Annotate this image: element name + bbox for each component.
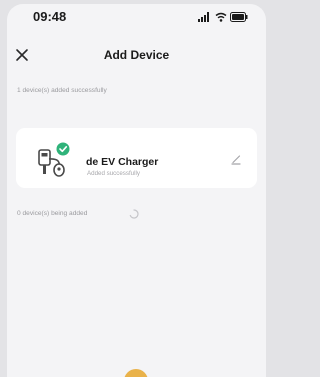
battery-icon <box>230 12 248 22</box>
app-screen: 09:48 Add Device 1 device(s) added succe… <box>7 4 266 377</box>
added-section-label: 1 device(s) added successfully <box>17 87 107 94</box>
status-icons <box>198 11 248 23</box>
home-indicator <box>124 369 148 377</box>
device-card[interactable]: de EV Charger Added successfully <box>16 128 257 188</box>
check-icon <box>56 142 70 156</box>
nav-bar: Add Device <box>7 42 266 68</box>
wifi-icon <box>215 12 227 22</box>
status-bar: 09:48 <box>7 4 266 30</box>
signal-icon <box>198 12 209 22</box>
adding-section-label: 0 device(s) being added <box>17 210 88 217</box>
pencil-icon[interactable] <box>229 152 243 166</box>
page-title: Add Device <box>103 48 170 62</box>
status-time: 09:48 <box>33 9 67 24</box>
device-name: de EV Charger <box>86 156 159 168</box>
ev-charger-icon <box>38 142 70 177</box>
device-status: Added successfully <box>87 170 140 177</box>
loading-spinner-icon <box>129 209 139 219</box>
